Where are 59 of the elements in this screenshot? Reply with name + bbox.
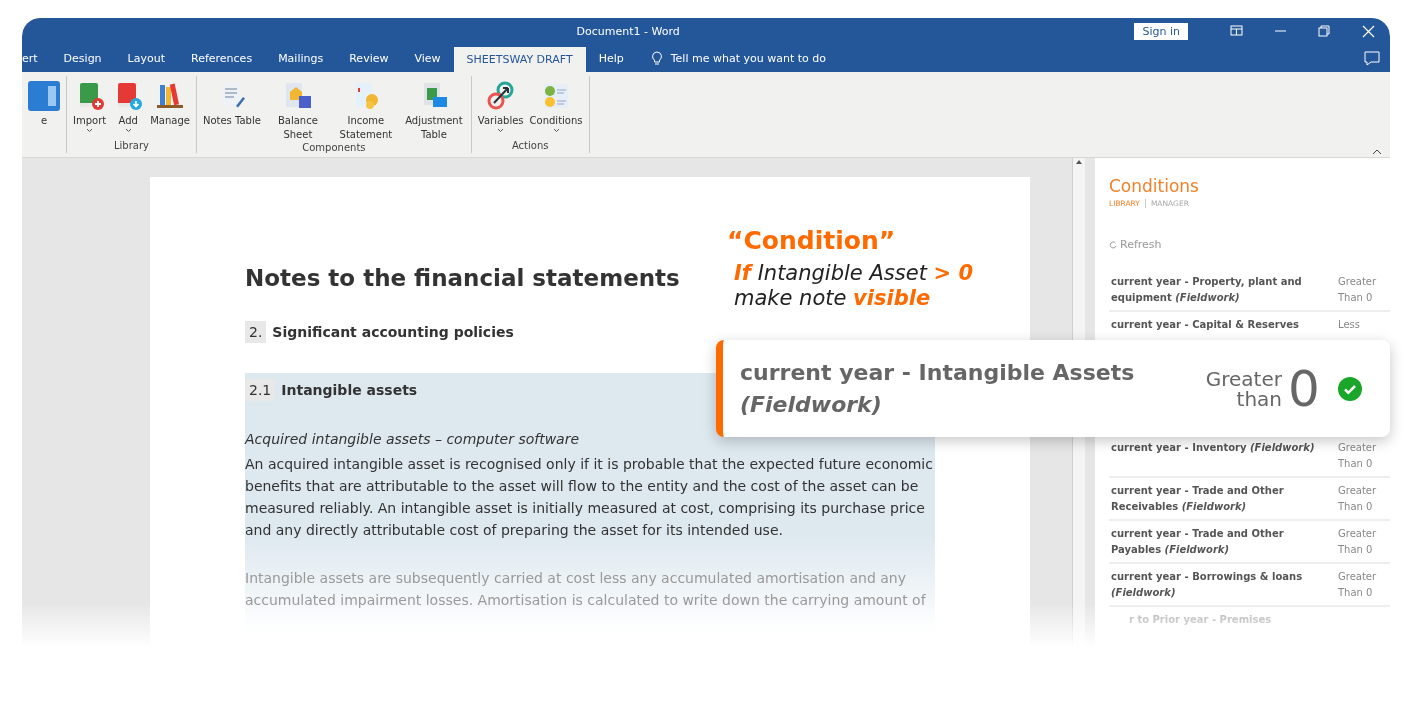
- annotation-text: make note visible: [733, 286, 932, 311]
- ribbon-button[interactable]: Add: [110, 80, 147, 140]
- condition-name: current year - Intangible Assets (Fieldwork): [740, 358, 1136, 419]
- condition-name[interactable]: current year - Capital & Reserves: [1111, 317, 1316, 333]
- condition-rule: Greater Than 0: [1338, 570, 1378, 600]
- ribbon-button[interactable]: Import: [71, 80, 109, 140]
- close-icon[interactable]: [1361, 24, 1375, 38]
- ribbon-button[interactable]: Income Statement: [332, 80, 399, 142]
- condition-value: 0: [1288, 363, 1320, 414]
- paragraph: Intangible assets are subsequently carried at cost less any accumulated amortisation and any accumulated impairment losses. Amortisation is calculated to write down the carrying amount of: [245, 569, 927, 610]
- group-label: Actions: [510, 140, 550, 151]
- ribbon-tab[interactable]: Help: [585, 44, 637, 72]
- ribbon-display-icon[interactable]: [1229, 24, 1243, 38]
- condition-rule: Greater Than 0: [1338, 275, 1378, 305]
- pane-title: Conditions: [1109, 176, 1200, 196]
- ribbon-tab[interactable]: View: [401, 44, 454, 72]
- ribbon-button[interactable]: Notes Table: [200, 80, 263, 142]
- ribbon-button[interactable]: Manage: [148, 80, 192, 140]
- document-heading: Notes to the financial statements: [245, 265, 680, 291]
- group-label: Library: [113, 140, 150, 151]
- section-number: 2.1: [245, 379, 276, 401]
- group-label: Components: [301, 142, 367, 153]
- condition-name[interactable]: current year - Property, plant and equipment (Fieldwork): [1111, 274, 1316, 306]
- lightbulb-icon[interactable]: [650, 50, 663, 66]
- sign-in-button[interactable]: Sign in: [1134, 22, 1188, 40]
- section-title: Significant accounting policies: [272, 324, 514, 340]
- ribbon-tab[interactable]: Layout: [114, 44, 178, 72]
- ribbon-button[interactable]: Adjustment Table: [400, 80, 467, 142]
- condition-name[interactable]: current year - Trade and Other Payables (Fieldwork): [1111, 526, 1316, 558]
- ribbon-tab[interactable]: Review: [336, 44, 402, 72]
- subtitle: Acquired intangible assets – computer software: [245, 431, 581, 447]
- collapse-icon[interactable]: [1372, 149, 1382, 155]
- search-prompt[interactable]: Tell me what you want to do: [670, 51, 826, 65]
- section-number: 2.: [245, 321, 267, 343]
- ribbon-button[interactable]: Conditions: [527, 80, 585, 140]
- annotation-text: If Intangible Asset > 0: [733, 261, 974, 286]
- condition-name[interactable]: current year - Inventory (Fieldwork): [1111, 440, 1316, 456]
- condition-rule: Greater than: [1204, 368, 1282, 409]
- restore-icon[interactable]: [1317, 24, 1331, 38]
- annotation-title: “Condition”: [727, 226, 897, 255]
- ribbon-button[interactable]: Variables: [475, 80, 526, 140]
- app-icon: [28, 80, 60, 112]
- ribbon-tab[interactable]: References: [178, 44, 266, 72]
- ribbon-tab[interactable]: ert: [22, 44, 51, 72]
- paragraph: An acquired intangible asset is recognised only if it is probable that the expected future economic benefits that are attributable to the asset will flow to the entity and the cost of the asset can be measured reliably. An intangible asset is initially measured at cost, comprising its purchase price and any directly attributable cost of preparing the asset for its intended use.: [245, 455, 934, 540]
- condition-rule: Greater Than 0: [1338, 527, 1378, 557]
- section-title: Intangible assets: [281, 382, 418, 398]
- ribbon-button[interactable]: e: [26, 80, 62, 151]
- condition-name[interactable]: current year - Borrowings & loans (Fieldwork): [1111, 569, 1316, 601]
- window-title: Document1 - Word: [575, 24, 681, 38]
- condition-name[interactable]: current year - Trade and Other Receivables (Fieldwork): [1111, 483, 1316, 515]
- condition-rule: Greater Than 0: [1338, 441, 1378, 471]
- ribbon-tab[interactable]: Mailings: [265, 44, 337, 72]
- ribbon-button[interactable]: Balance Sheet: [264, 80, 331, 142]
- condition-rule: Less: [1338, 318, 1361, 332]
- comment-icon[interactable]: [1364, 50, 1380, 66]
- ribbon-tab[interactable]: SHEETSWAY DRAFT: [453, 47, 586, 72]
- ribbon-tab[interactable]: Design: [50, 44, 115, 72]
- condition-rule: Greater Than 0: [1338, 484, 1378, 514]
